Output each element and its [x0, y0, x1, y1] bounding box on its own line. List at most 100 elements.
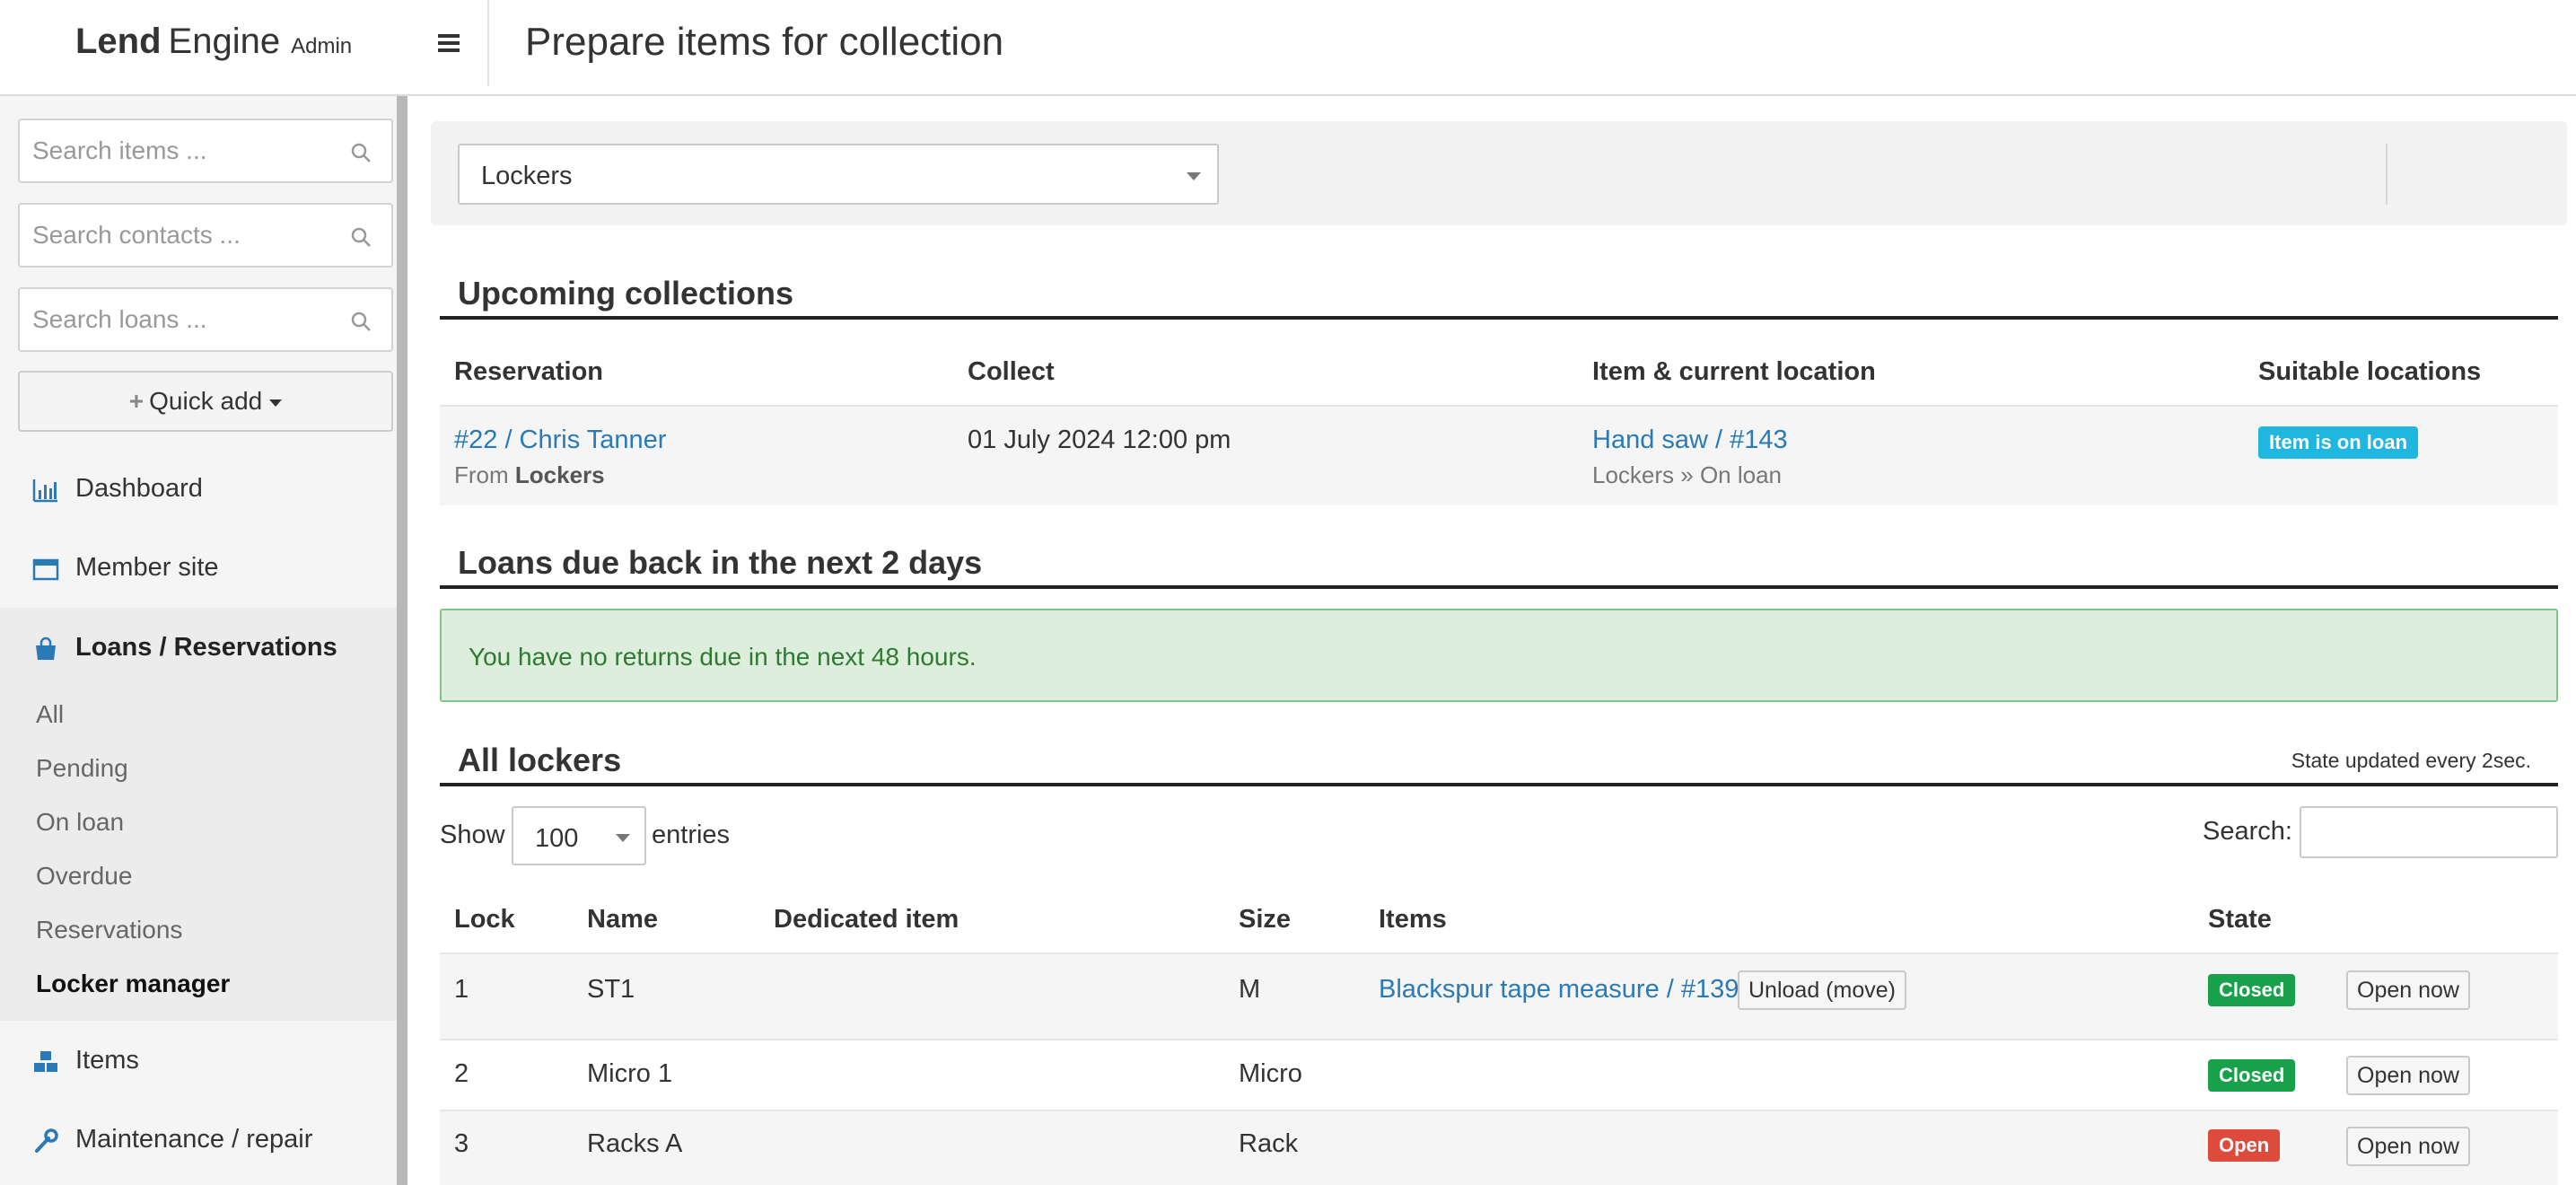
- no-returns-alert: You have no returns due in the next 48 h…: [440, 609, 2558, 702]
- sidebar-item-label: Items: [75, 1046, 139, 1075]
- brand-logo[interactable]: Lend Engine Admin: [75, 22, 352, 62]
- locker-lock: 3: [454, 1129, 469, 1158]
- sidebar-item-label: Dashboard: [75, 474, 203, 503]
- all-lockers-title: All lockers: [458, 742, 622, 778]
- quick-add-button[interactable]: + Quick add: [18, 371, 393, 432]
- sidebar-item-items[interactable]: Items: [0, 1028, 397, 1094]
- row-divider: [440, 1039, 2558, 1040]
- col-size: Size: [1239, 905, 1292, 934]
- plus-icon: +: [128, 387, 145, 415]
- caret-down-icon: [616, 834, 630, 842]
- open-now-button[interactable]: Open now: [2346, 1056, 2470, 1095]
- location-select[interactable]: Lockers: [458, 144, 1219, 205]
- top-header: Lend Engine Admin Prepare items for collec…: [0, 0, 2576, 96]
- reservation-from-location: Lockers: [514, 461, 605, 488]
- sidebar-item-maintenance[interactable]: Maintenance / repair: [0, 1107, 397, 1173]
- sidebar-subitem-all[interactable]: All: [36, 700, 64, 729]
- state-update-note: State updated every 2sec.: [2291, 749, 2531, 772]
- sidebar-subitem-locker-manager[interactable]: Locker manager: [36, 970, 230, 998]
- col-name: Name: [587, 905, 658, 934]
- search-loans-input[interactable]: [32, 302, 329, 338]
- menu-toggle-icon[interactable]: [424, 23, 474, 63]
- entries-select-value: 100: [535, 824, 579, 853]
- entries-label: entries: [652, 821, 731, 849]
- page-title: Prepare items for collection: [525, 20, 1004, 64]
- col-items: Items: [1379, 905, 1447, 934]
- row-divider: [440, 952, 2558, 954]
- search-items-box: [18, 118, 393, 183]
- entries-per-page-select[interactable]: 100: [512, 806, 646, 865]
- section-rule: [440, 783, 2558, 786]
- locker-name: ST1: [587, 975, 635, 1004]
- sidebar-item-label: Member site: [75, 553, 219, 582]
- open-now-button[interactable]: Open now: [2346, 970, 2470, 1010]
- cubes-icon: [34, 1051, 57, 1072]
- sidebar-subitem-pending[interactable]: Pending: [36, 754, 128, 783]
- search-icon[interactable]: [350, 142, 372, 163]
- search-icon[interactable]: [350, 311, 372, 332]
- locker-name: Racks A: [587, 1129, 683, 1158]
- browser-window-icon: [32, 558, 59, 581]
- sidebar-item-loans-reservations[interactable]: Loans / Reservations: [0, 615, 397, 681]
- locker-name: Micro 1: [587, 1059, 673, 1088]
- upcoming-collections-title: Upcoming collections: [458, 275, 794, 312]
- search-loans-box: [18, 287, 393, 352]
- locker-size: Rack: [1239, 1129, 1299, 1158]
- table-row: [440, 405, 2558, 505]
- bar-chart-icon: [32, 479, 57, 503]
- alert-message: You have no returns due in the next 48 h…: [469, 643, 977, 671]
- collect-datetime: 01 July 2024 12:00 pm: [968, 426, 1231, 454]
- locker-item-link[interactable]: Blackspur tape measure / #139: [1379, 975, 1739, 1005]
- sidebar-subitem-reservations[interactable]: Reservations: [36, 916, 182, 944]
- sidebar-item-label: Maintenance / repair: [75, 1125, 313, 1154]
- reservation-from: From Lockers: [454, 461, 605, 489]
- locker-lock: 2: [454, 1059, 469, 1088]
- reservation-from-prefix: From: [454, 461, 509, 488]
- filter-divider: [2386, 144, 2388, 205]
- unload-move-button[interactable]: Unload (move): [1738, 970, 1906, 1010]
- reservation-link[interactable]: #22 / Chris Tanner: [454, 426, 666, 455]
- brand-name-bold: Lend: [75, 22, 162, 61]
- item-link[interactable]: Hand saw / #143: [1592, 426, 1788, 455]
- sidebar-item-label: Loans / Reservations: [75, 633, 337, 662]
- sidebar-subitem-overdue[interactable]: Overdue: [36, 862, 132, 891]
- col-reservation: Reservation: [454, 357, 604, 386]
- search-contacts-input[interactable]: [32, 217, 329, 253]
- locker-size: Micro: [1239, 1059, 1302, 1088]
- loans-due-title: Loans due back in the next 2 days: [458, 544, 983, 581]
- col-collect: Collect: [968, 357, 1055, 386]
- col-suitable-locations: Suitable locations: [2258, 357, 2482, 386]
- state-badge: Closed: [2208, 1059, 2296, 1092]
- sidebar-item-member-site[interactable]: Member site: [0, 535, 397, 601]
- header-divider: [487, 0, 489, 86]
- state-badge: Open: [2208, 1129, 2281, 1162]
- brand-admin-label: Admin: [291, 34, 353, 58]
- table-search-label: Search:: [2203, 817, 2292, 846]
- shopping-bag-icon: [36, 636, 56, 660]
- location-select-value: Lockers: [481, 162, 573, 190]
- quick-add-label: Quick add: [149, 387, 263, 415]
- state-badge: Closed: [2208, 974, 2296, 1006]
- search-icon[interactable]: [350, 226, 372, 248]
- item-current-location: Lockers » On loan: [1592, 461, 1783, 488]
- sidebar-scrollbar[interactable]: [397, 96, 407, 1185]
- row-divider: [440, 1110, 2558, 1111]
- table-search-input[interactable]: [2300, 806, 2558, 858]
- search-items-input[interactable]: [32, 133, 329, 169]
- caret-down-icon: [1187, 172, 1201, 180]
- search-contacts-box: [18, 203, 393, 268]
- row-divider: [440, 405, 2558, 407]
- status-badge: Item is on loan: [2258, 426, 2419, 459]
- section-rule: [440, 585, 2558, 589]
- col-item-location: Item & current location: [1592, 357, 1876, 386]
- wrench-icon: [35, 1128, 58, 1153]
- show-label: Show: [440, 821, 505, 849]
- open-now-button[interactable]: Open now: [2346, 1127, 2470, 1166]
- sidebar-subitem-on-loan[interactable]: On loan: [36, 808, 124, 837]
- locker-size: M: [1239, 975, 1261, 1004]
- section-rule: [440, 316, 2558, 320]
- brand-name-regular: Engine: [168, 22, 281, 61]
- sidebar-item-dashboard[interactable]: Dashboard: [0, 456, 397, 522]
- col-state: State: [2208, 905, 2272, 934]
- locker-lock: 1: [454, 975, 469, 1004]
